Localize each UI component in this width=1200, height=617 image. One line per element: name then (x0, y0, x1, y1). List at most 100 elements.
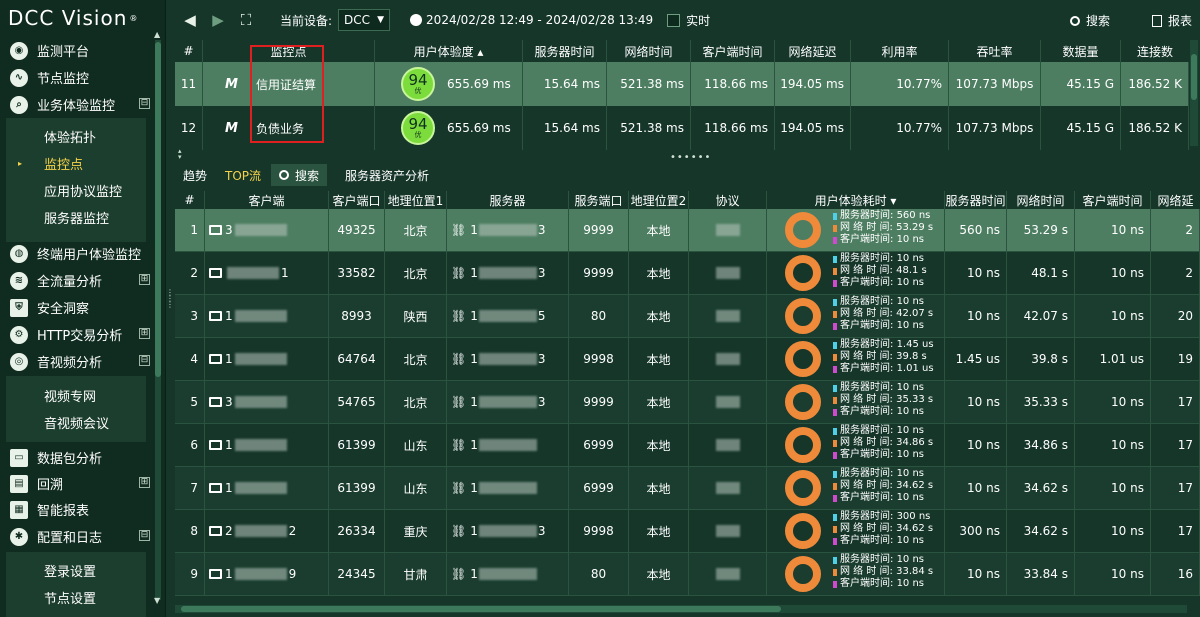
scrollbar-thumb[interactable] (155, 42, 161, 377)
tab-server-assets[interactable]: 服务器资产分析 (337, 164, 437, 186)
tab-top-flow[interactable]: TOP流 (217, 164, 269, 186)
table-cell: 34.62 s (1007, 510, 1075, 552)
sidebar-item-endpoint-experience[interactable]: ◍ 终端用户体验监控 (0, 240, 156, 267)
client-prefix: 3 (225, 223, 233, 237)
legend-swatch (833, 568, 837, 576)
column-header[interactable]: 服务器时间 (945, 191, 1007, 209)
sidebar-item-packet[interactable]: ▭ 数据包分析 (0, 444, 156, 471)
column-header[interactable]: 协议 (689, 191, 767, 209)
expand-toggle[interactable]: ⊞ (139, 477, 150, 488)
expand-toggle[interactable]: ⊞ (139, 328, 150, 339)
table-row[interactable]: 4 1 64764 北京 ⛓ 1 3 9998 本地 服务器时间: 1.45 us 网 络 时 间:… (175, 338, 1200, 381)
time-range[interactable]: 2024/02/28 12:49 - 2024/02/28 13:49 (426, 13, 653, 27)
scrollbar-thumb[interactable] (181, 606, 781, 612)
flow-table-hscrollbar[interactable] (175, 605, 1187, 613)
tab-search[interactable]: 搜索 (271, 164, 328, 186)
collapse-arrows-icon[interactable]: ▴ ▾ (178, 148, 182, 161)
table-cell: 35.33 s (1007, 381, 1075, 423)
sidebar-subitem-topology[interactable]: 体验拓扑 (44, 123, 96, 149)
collapse-toggle[interactable]: ⊟ (139, 355, 150, 366)
column-header-sorted[interactable]: 用户体验度 ▴ (375, 40, 523, 62)
legend-value: 300 ns (896, 511, 931, 522)
server-prefix: 1 (470, 481, 478, 495)
monitor-icon (209, 569, 222, 579)
server-cell: ⛓ 1 (447, 424, 569, 466)
column-header[interactable]: 客户端时间 (1075, 191, 1151, 209)
table-row[interactable]: 6 1 61399 山东 ⛓ 1 6999 本地 服务器时间: 10 ns 网 络 时 间: 34… (175, 424, 1200, 467)
column-header[interactable]: 服务端口 (569, 191, 629, 209)
column-header[interactable]: 连接数 (1121, 40, 1189, 62)
panel-resize-grip[interactable]: ⋮ ⋮ ⋮ (166, 289, 174, 320)
sidebar-subitem-server[interactable]: 服务器监控 (44, 204, 109, 230)
report-button[interactable]: 报表 (1151, 12, 1192, 29)
table-row[interactable]: 2 1 33582 北京 ⛓ 1 3 9999 本地 服务器时间: 10 ns 网 络 时 间: 4… (175, 252, 1200, 295)
sidebar-item-monitor-platform[interactable]: ◉ 监测平台 (0, 37, 156, 64)
column-header[interactable]: 利用率 (851, 40, 949, 62)
column-header[interactable]: 吞吐率 (949, 40, 1041, 62)
column-header[interactable]: 客户端 (205, 191, 329, 209)
sidebar-item-full-traffic[interactable]: ≋ 全流量分析 ⊞ (0, 267, 156, 294)
server-suffix: 5 (537, 309, 546, 323)
sidebar-item-smart-report[interactable]: ▦ 智能报表 (0, 496, 156, 523)
back-arrow-icon[interactable]: ◀ (180, 11, 200, 29)
column-header[interactable]: 网络延 (1151, 191, 1200, 209)
column-header[interactable]: 客户端口 (329, 191, 385, 209)
table-row[interactable]: 1 3 49325 北京 ⛓ 1 3 9999 本地 服务器时间: 560 ns 网 络 时 间: … (175, 209, 1200, 252)
column-header[interactable]: 地理位置1 (385, 191, 447, 209)
column-header[interactable]: 数据量 (1041, 40, 1121, 62)
table-row[interactable]: 3 1 8993 陕西 ⛓ 1 5 80 本地 服务器时间: 10 ns 网 络 时 间: 42.0… (175, 295, 1200, 338)
sidebar-item-config-log[interactable]: ✱ 配置和日志 ⊟ (0, 523, 156, 550)
sidebar-item-backtrack[interactable]: ▤ 回溯 ⊞ (0, 470, 156, 497)
legend-value: 10 ns (896, 234, 925, 245)
search-button[interactable]: 搜索 (1069, 12, 1110, 29)
table-row[interactable]: 5 3 54765 北京 ⛓ 1 3 9999 本地 服务器时间: 10 ns 网 络 时 间: 3… (175, 381, 1200, 424)
realtime-checkbox[interactable] (667, 13, 681, 27)
collapse-toggle[interactable]: ⊟ (139, 98, 150, 109)
time-legend: 服务器时间: 10 ns 网 络 时 间: 35.33 s 客户端时间: 10 ns (833, 382, 933, 418)
tab-trend[interactable]: 趋势 (175, 164, 215, 186)
scrollbar-thumb[interactable] (1191, 54, 1197, 100)
sidebar-subitem-av-meeting[interactable]: 音视频会议 (44, 409, 109, 435)
top-table-scrollbar[interactable] (1190, 40, 1198, 146)
collapse-toggle[interactable]: ⊟ (139, 530, 150, 541)
expand-toggle[interactable]: ⊞ (139, 274, 150, 285)
row-number: 6 (175, 424, 205, 466)
column-header[interactable]: 网络延迟 (775, 40, 851, 62)
column-header[interactable]: 服务器时间 (523, 40, 607, 62)
sidebar-item-node-monitor[interactable]: ∿ 节点监控 (0, 64, 156, 91)
column-header[interactable]: 客户端时间 (691, 40, 775, 62)
fullscreen-icon[interactable]: ⛶ (236, 11, 256, 29)
sidebar-subitem-video-network[interactable]: 视频专网 (44, 382, 96, 408)
table-row[interactable]: 11 M 信用证结算 94 优 655.69 ms 15.64 ms 521.38 ms 118… (175, 62, 1189, 106)
table-row[interactable]: 8 2 2 26334 重庆 ⛓ 1 3 9998 本地 服务器时间: 300 ns 网 络 时 间:… (175, 510, 1200, 553)
sidebar-item-http[interactable]: ⚙ HTTP交易分析 ⊞ (0, 321, 156, 348)
table-row[interactable]: 12 M 负债业务 94 优 655.69 ms 15.64 ms 521.38 ms 118.… (175, 106, 1189, 150)
table-cell: 9998 (569, 338, 629, 380)
sidebar-scrollbar[interactable] (155, 40, 161, 600)
sidebar-subitem-login-settings[interactable]: 登录设置 (44, 557, 96, 583)
sidebar-subitem-protocol[interactable]: 应用协议监控 (44, 177, 122, 203)
sidebar-item-av-analysis[interactable]: ◎ 音视频分析 ⊟ (0, 348, 156, 375)
legend-entry: 客户端时间: 1.01 us (833, 363, 934, 375)
forward-arrow-icon[interactable]: ▶ (208, 11, 228, 29)
column-header[interactable]: 网络时间 (607, 40, 691, 62)
scroll-up-arrow[interactable]: ▲ (154, 30, 160, 39)
redacted-block (227, 267, 279, 279)
column-header[interactable]: # (175, 40, 203, 62)
column-header[interactable]: 网络时间 (1007, 191, 1075, 209)
sidebar-item-business-experience[interactable]: ⌕ 业务体验监控 ⊟ (0, 91, 156, 118)
column-header[interactable]: 服务器 (447, 191, 569, 209)
scroll-down-arrow[interactable]: ▼ (154, 596, 160, 605)
table-row[interactable]: 7 1 61399 山东 ⛓ 1 6999 本地 服务器时间: 10 ns 网 络 时 间: 34… (175, 467, 1200, 510)
sidebar-subitem-monitor-point[interactable]: ▸ 监控点 (18, 150, 83, 176)
legend-swatch (833, 365, 837, 373)
column-header-sorted[interactable]: 用户体验耗时 ▾ (767, 191, 945, 209)
table-row[interactable]: 9 1 9 24345 甘肃 ⛓ 1 80 本地 服务器时间: 10 ns 网 络 时 间: 33.… (175, 553, 1200, 596)
device-select[interactable]: DCC ▼ (338, 9, 391, 31)
table-cell: 521.38 ms (607, 62, 691, 106)
column-header[interactable]: 地理位置2 (629, 191, 689, 209)
panel-splitter-handle[interactable]: •••••• (670, 152, 711, 163)
sidebar-item-security[interactable]: ⛨ 安全洞察 (0, 294, 156, 321)
column-header[interactable]: # (175, 191, 205, 209)
sidebar-subitem-node-settings[interactable]: 节点设置 (44, 584, 96, 610)
